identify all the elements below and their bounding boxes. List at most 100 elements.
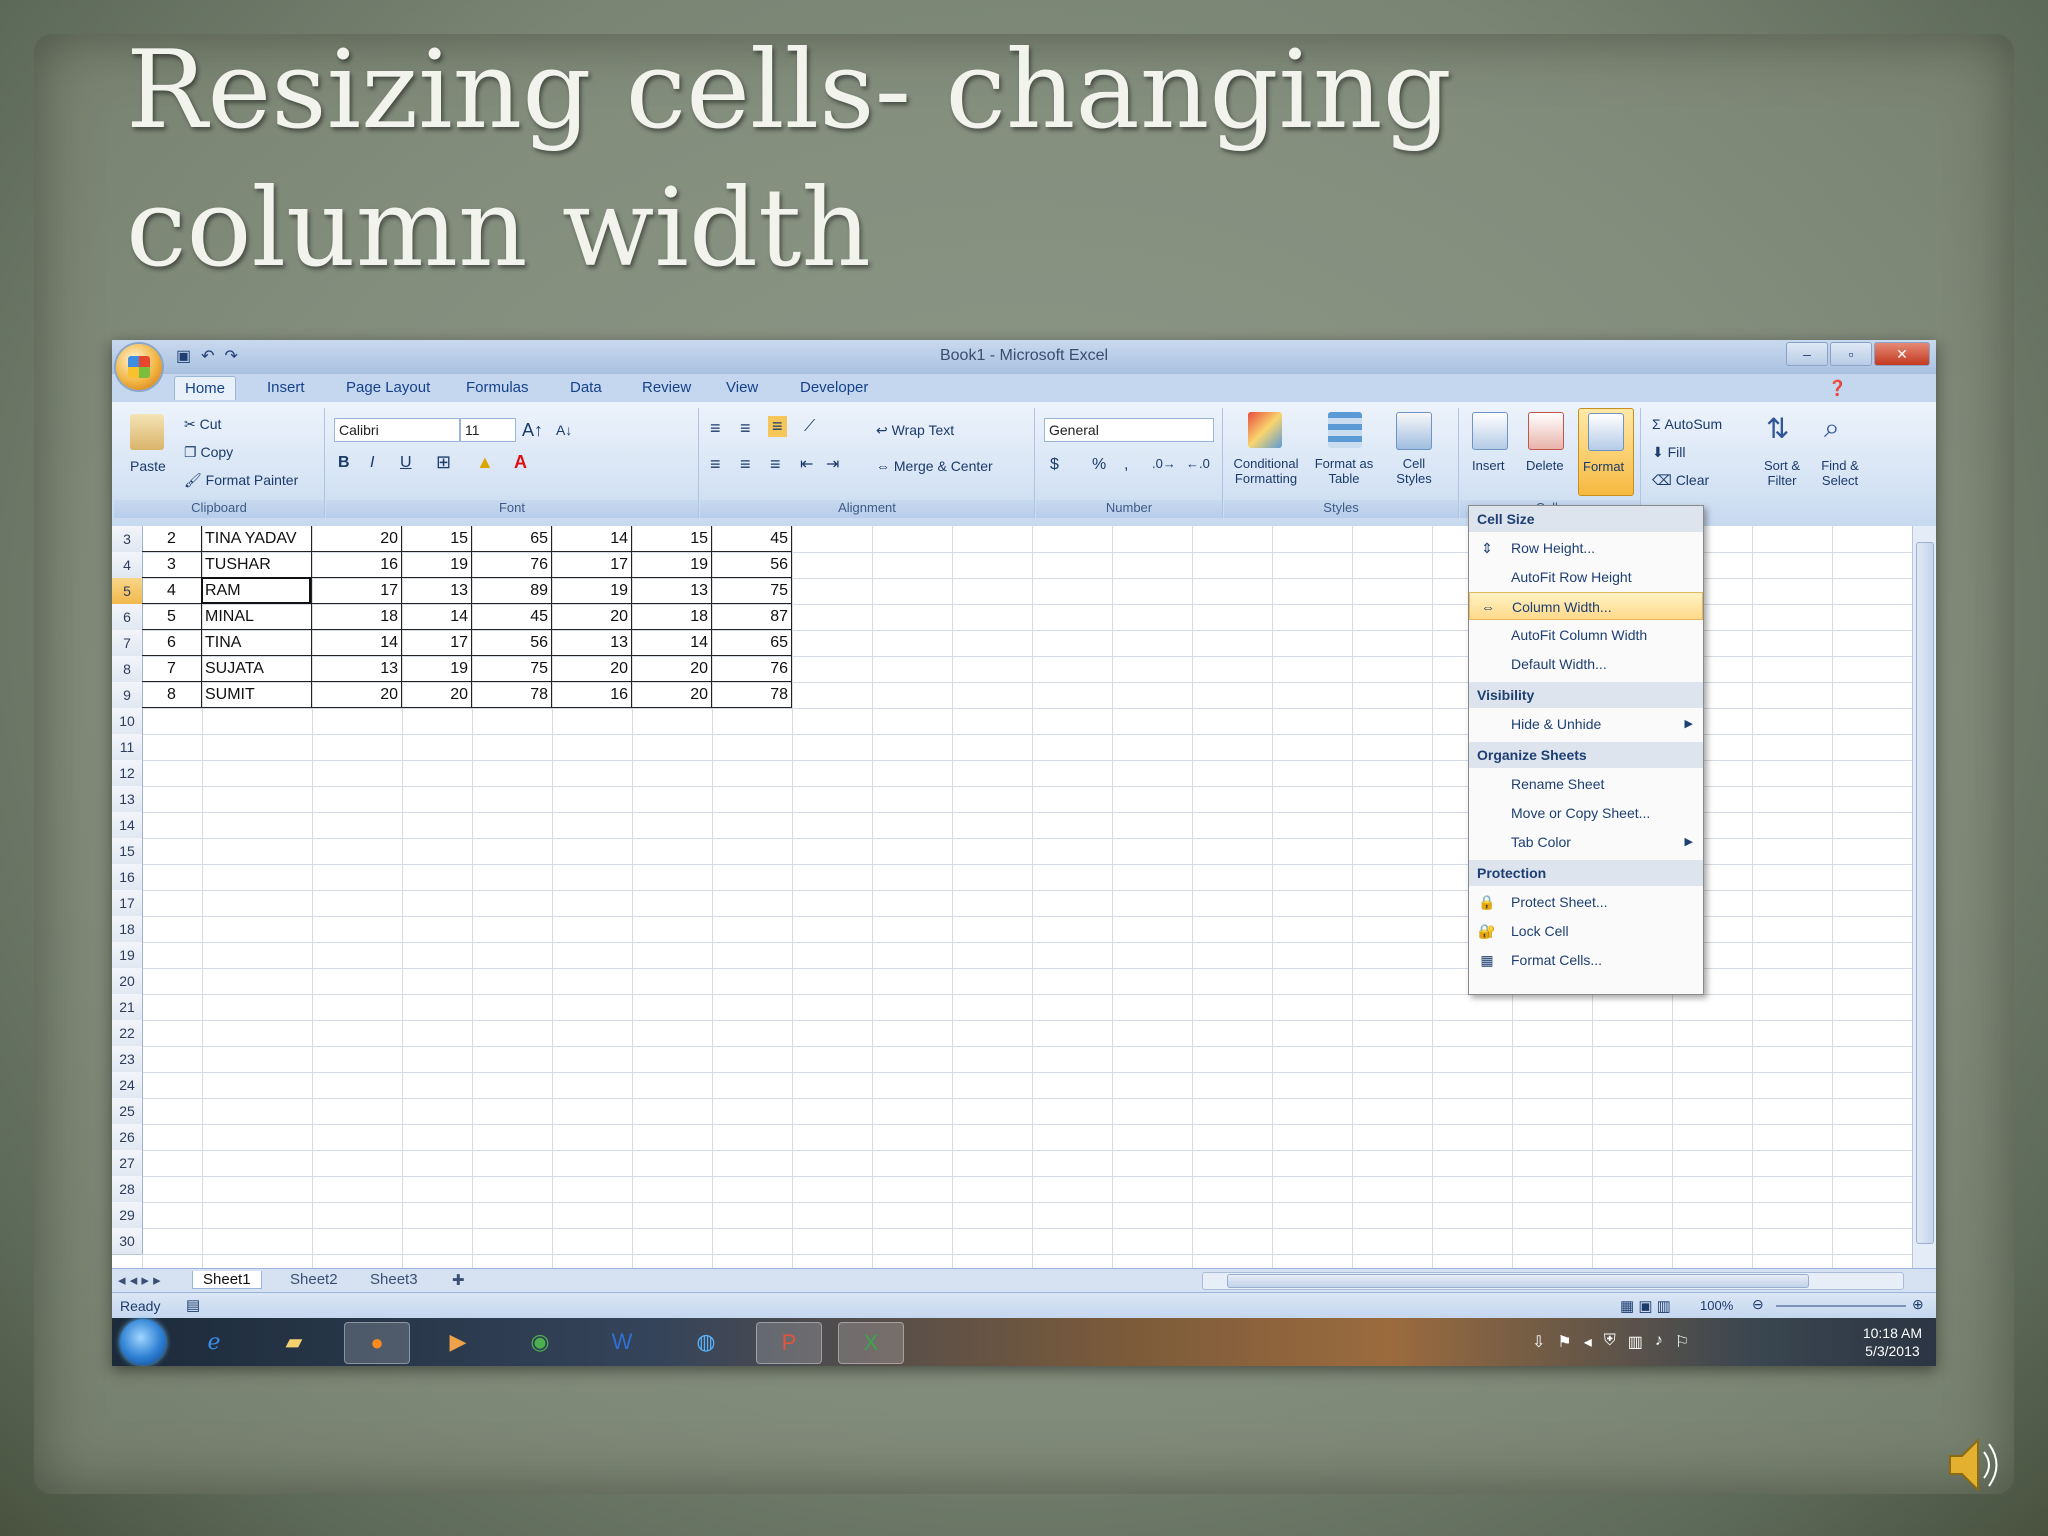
copy-button[interactable]: ❐ Copy	[184, 444, 233, 461]
grow-font-icon[interactable]: A↑	[522, 420, 543, 441]
table-cell[interactable]: MINAL	[202, 604, 312, 630]
table-cell[interactable]: 20	[402, 682, 472, 708]
menu-item[interactable]: Rename Sheet	[1469, 770, 1703, 798]
sheet-tab-sheet3[interactable]: Sheet3	[370, 1271, 418, 1288]
menu-item[interactable]: 🔐 Lock Cell	[1469, 917, 1703, 945]
underline-button[interactable]: U	[400, 454, 412, 472]
table-cell[interactable]: TUSHAR	[202, 552, 312, 578]
row-header[interactable]: 27	[112, 1150, 143, 1177]
table-cell[interactable]: 19	[402, 552, 472, 578]
table-cell[interactable]: 45	[472, 604, 552, 630]
row-header[interactable]: 23	[112, 1046, 143, 1073]
macro-record-icon[interactable]: ▤	[186, 1296, 200, 1314]
table-cell[interactable]: 6	[142, 630, 202, 656]
table-cell[interactable]: SUMIT	[202, 682, 312, 708]
vertical-scroll-thumb[interactable]	[1916, 542, 1934, 1244]
row-header[interactable]: 12	[112, 760, 143, 787]
menu-item[interactable]: ▦ Format Cells...	[1469, 946, 1703, 974]
restore-button[interactable]: ▫	[1830, 342, 1872, 366]
table-cell[interactable]: 14	[402, 604, 472, 630]
windows-start-button[interactable]	[120, 1319, 166, 1365]
tray-shield-icon[interactable]: ⛨	[1604, 1332, 1616, 1352]
tab-formulas[interactable]: Formulas	[466, 379, 529, 396]
conditional-formatting-button[interactable]: Conditional Formatting	[1228, 456, 1304, 486]
percent-button[interactable]: %	[1092, 456, 1106, 474]
row-header[interactable]: 7	[112, 630, 143, 657]
align-left-icon[interactable]: ≡	[710, 454, 721, 475]
powerpoint-icon[interactable]: P	[756, 1322, 822, 1364]
bold-button[interactable]: B	[338, 454, 350, 472]
row-header[interactable]: 20	[112, 968, 143, 995]
autosum-button[interactable]: Σ AutoSum	[1652, 416, 1722, 432]
table-cell[interactable]: 20	[312, 682, 402, 708]
align-middle-icon[interactable]: ≡	[740, 418, 751, 439]
tray-flag-icon[interactable]: ⚑	[1557, 1332, 1571, 1352]
view-normal-icon[interactable]: ▦ ▣ ▥	[1620, 1297, 1671, 1315]
table-cell[interactable]: 13	[552, 630, 632, 656]
comma-icon[interactable]: ,	[1124, 456, 1128, 474]
table-cell[interactable]: 13	[312, 656, 402, 682]
table-cell[interactable]: 17	[312, 578, 402, 604]
format-button[interactable]: Format	[1578, 408, 1634, 496]
globe-icon[interactable]: ◍	[674, 1322, 738, 1362]
wrap-text-button[interactable]: ↩ Wrap Text	[876, 422, 954, 439]
menu-item[interactable]: Move or Copy Sheet...	[1469, 799, 1703, 827]
borders-icon[interactable]: ⊞	[436, 452, 451, 473]
row-header[interactable]: 18	[112, 916, 143, 943]
table-cell[interactable]: 4	[142, 578, 202, 604]
table-cell[interactable]: 15	[402, 526, 472, 552]
table-cell[interactable]: 5	[142, 604, 202, 630]
table-cell[interactable]: 8	[142, 682, 202, 708]
table-cell[interactable]: 56	[712, 552, 792, 578]
tray-network-icon[interactable]: ▥	[1628, 1332, 1643, 1352]
menu-item[interactable]: ⇔ Column Width...	[1469, 592, 1703, 620]
format-painter-button[interactable]: 🖌 Format Painter	[184, 472, 298, 489]
decrease-decimal-icon[interactable]: ←.0	[1186, 456, 1210, 471]
fill-button[interactable]: ⬇ Fill	[1652, 444, 1686, 461]
clear-button[interactable]: ⌫ Clear	[1652, 472, 1709, 489]
table-cell[interactable]: 20	[632, 682, 712, 708]
row-header[interactable]: 14	[112, 812, 143, 839]
table-cell[interactable]: 45	[712, 526, 792, 552]
zoom-out-icon[interactable]: ⊖	[1752, 1296, 1764, 1313]
menu-item[interactable]: AutoFit Column Width	[1469, 621, 1703, 649]
menu-item[interactable]: Tab Color ▶	[1469, 828, 1703, 856]
table-cell[interactable]: 75	[472, 656, 552, 682]
italic-button[interactable]: I	[370, 454, 374, 472]
table-cell[interactable]: 16	[552, 682, 632, 708]
menu-item[interactable]: 🔒 Protect Sheet...	[1469, 888, 1703, 916]
taskbar-clock[interactable]: 10:18 AM 5/3/2013	[1863, 1324, 1922, 1360]
tab-view[interactable]: View	[726, 379, 758, 396]
row-header[interactable]: 13	[112, 786, 143, 813]
insert-sheet-icon[interactable]: ✚	[452, 1271, 465, 1289]
table-cell[interactable]: 20	[552, 656, 632, 682]
table-cell[interactable]: TINA	[202, 630, 312, 656]
table-cell[interactable]: 20	[552, 604, 632, 630]
tab-developer[interactable]: Developer	[800, 379, 868, 396]
sort-filter-button[interactable]: Sort & Filter	[1754, 458, 1810, 488]
font-family-select[interactable]: Calibri	[334, 418, 460, 442]
format-as-table-button[interactable]: Format as Table	[1312, 456, 1376, 486]
table-cell[interactable]: 75	[712, 578, 792, 604]
tab-data[interactable]: Data	[570, 379, 602, 396]
horizontal-scroll-thumb[interactable]	[1227, 1274, 1809, 1288]
cell-styles-icon[interactable]	[1396, 412, 1432, 450]
align-bottom-icon[interactable]: ≡	[768, 416, 787, 437]
cell-styles-button[interactable]: Cell Styles	[1384, 456, 1444, 486]
table-cell[interactable]: 16	[312, 552, 402, 578]
currency-button[interactable]: $	[1050, 456, 1059, 474]
sheet-nav-icon[interactable]: ◂ ◂ ▸ ▸	[118, 1271, 161, 1289]
table-cell[interactable]: 14	[312, 630, 402, 656]
menu-item[interactable]: Hide & Unhide ▶	[1469, 710, 1703, 738]
table-cell[interactable]: 15	[632, 526, 712, 552]
table-cell[interactable]: 17	[402, 630, 472, 656]
help-icon[interactable]: ❓	[1828, 379, 1847, 397]
table-cell[interactable]: TINA YADAV	[202, 526, 312, 552]
tray-arrow-icon[interactable]: ◂	[1584, 1332, 1592, 1352]
paste-button[interactable]: Paste	[130, 458, 166, 474]
conditional-formatting-icon[interactable]	[1248, 412, 1282, 448]
menu-item[interactable]: AutoFit Row Height	[1469, 563, 1703, 591]
fill-color-icon[interactable]: ▲	[476, 452, 494, 473]
table-cell[interactable]: 89	[472, 578, 552, 604]
table-cell[interactable]: 19	[402, 656, 472, 682]
